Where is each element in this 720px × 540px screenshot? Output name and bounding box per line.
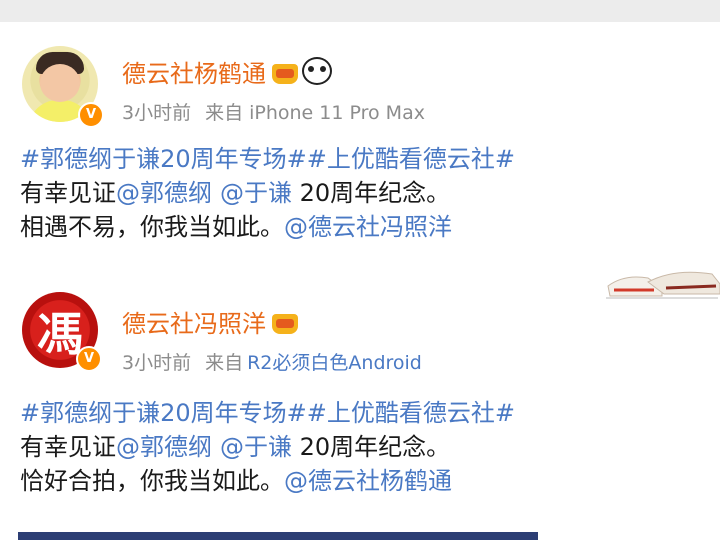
post-source-link[interactable]: R2必须白色Android	[247, 352, 422, 374]
source-prefix: 来自	[205, 102, 244, 124]
text-suffix: 20周年纪念。	[292, 179, 451, 207]
sneaker-sticker-icon	[606, 271, 720, 299]
mention-link[interactable]: @郭德纲	[116, 179, 212, 207]
top-bar	[0, 0, 720, 22]
mention-link[interactable]: @于谦	[220, 433, 292, 461]
text-prefix: 相遇不易，你我当如此。	[20, 213, 284, 241]
author-name[interactable]: 德云社冯照洋	[122, 304, 298, 339]
post-time: 3小时前	[122, 352, 192, 374]
source-prefix: 来自	[205, 352, 244, 374]
mention-link[interactable]: @郭德纲	[116, 433, 212, 461]
post-meta: 3小时前 来自 iPhone 11 Pro Max	[122, 98, 425, 125]
post-text: #郭德纲于谦20周年专场##上优酷看德云社# 有幸见证@郭德纲 @于谦 20周年纪…	[20, 396, 515, 498]
mention-link[interactable]: @于谦	[220, 179, 292, 207]
text-prefix: 有幸见证	[20, 433, 116, 461]
text-prefix: 恰好合拍，你我当如此。	[20, 467, 284, 495]
crown-badge-icon	[272, 64, 298, 84]
verified-v-icon: V	[78, 102, 104, 128]
crown-badge-icon	[272, 314, 298, 334]
embedded-image-edge	[18, 532, 538, 540]
post-time: 3小时前	[122, 102, 192, 124]
verified-v-icon: V	[76, 346, 102, 372]
avatar-face	[40, 64, 80, 102]
post-meta: 3小时前 来自 R2必须白色Android	[122, 348, 422, 375]
author-name[interactable]: 德云社杨鹤通	[122, 54, 332, 89]
panda-icon	[302, 57, 332, 85]
author-name-text[interactable]: 德云社杨鹤通	[122, 60, 266, 88]
author-name-text[interactable]: 德云社冯照洋	[122, 310, 266, 338]
hashtag-link[interactable]: #郭德纲于谦20周年专场##上优酷看德云社#	[20, 399, 515, 427]
text-suffix: 20周年纪念。	[292, 433, 451, 461]
mention-link[interactable]: @德云社杨鹤通	[284, 467, 452, 495]
hashtag-link[interactable]: #郭德纲于谦20周年专场##上优酷看德云社#	[20, 145, 515, 173]
text-prefix: 有幸见证	[20, 179, 116, 207]
mention-link[interactable]: @德云社冯照洋	[284, 213, 452, 241]
post-text: #郭德纲于谦20周年专场##上优酷看德云社# 有幸见证@郭德纲 @于谦 20周年纪…	[20, 142, 515, 244]
post-source: iPhone 11 Pro Max	[249, 102, 425, 124]
